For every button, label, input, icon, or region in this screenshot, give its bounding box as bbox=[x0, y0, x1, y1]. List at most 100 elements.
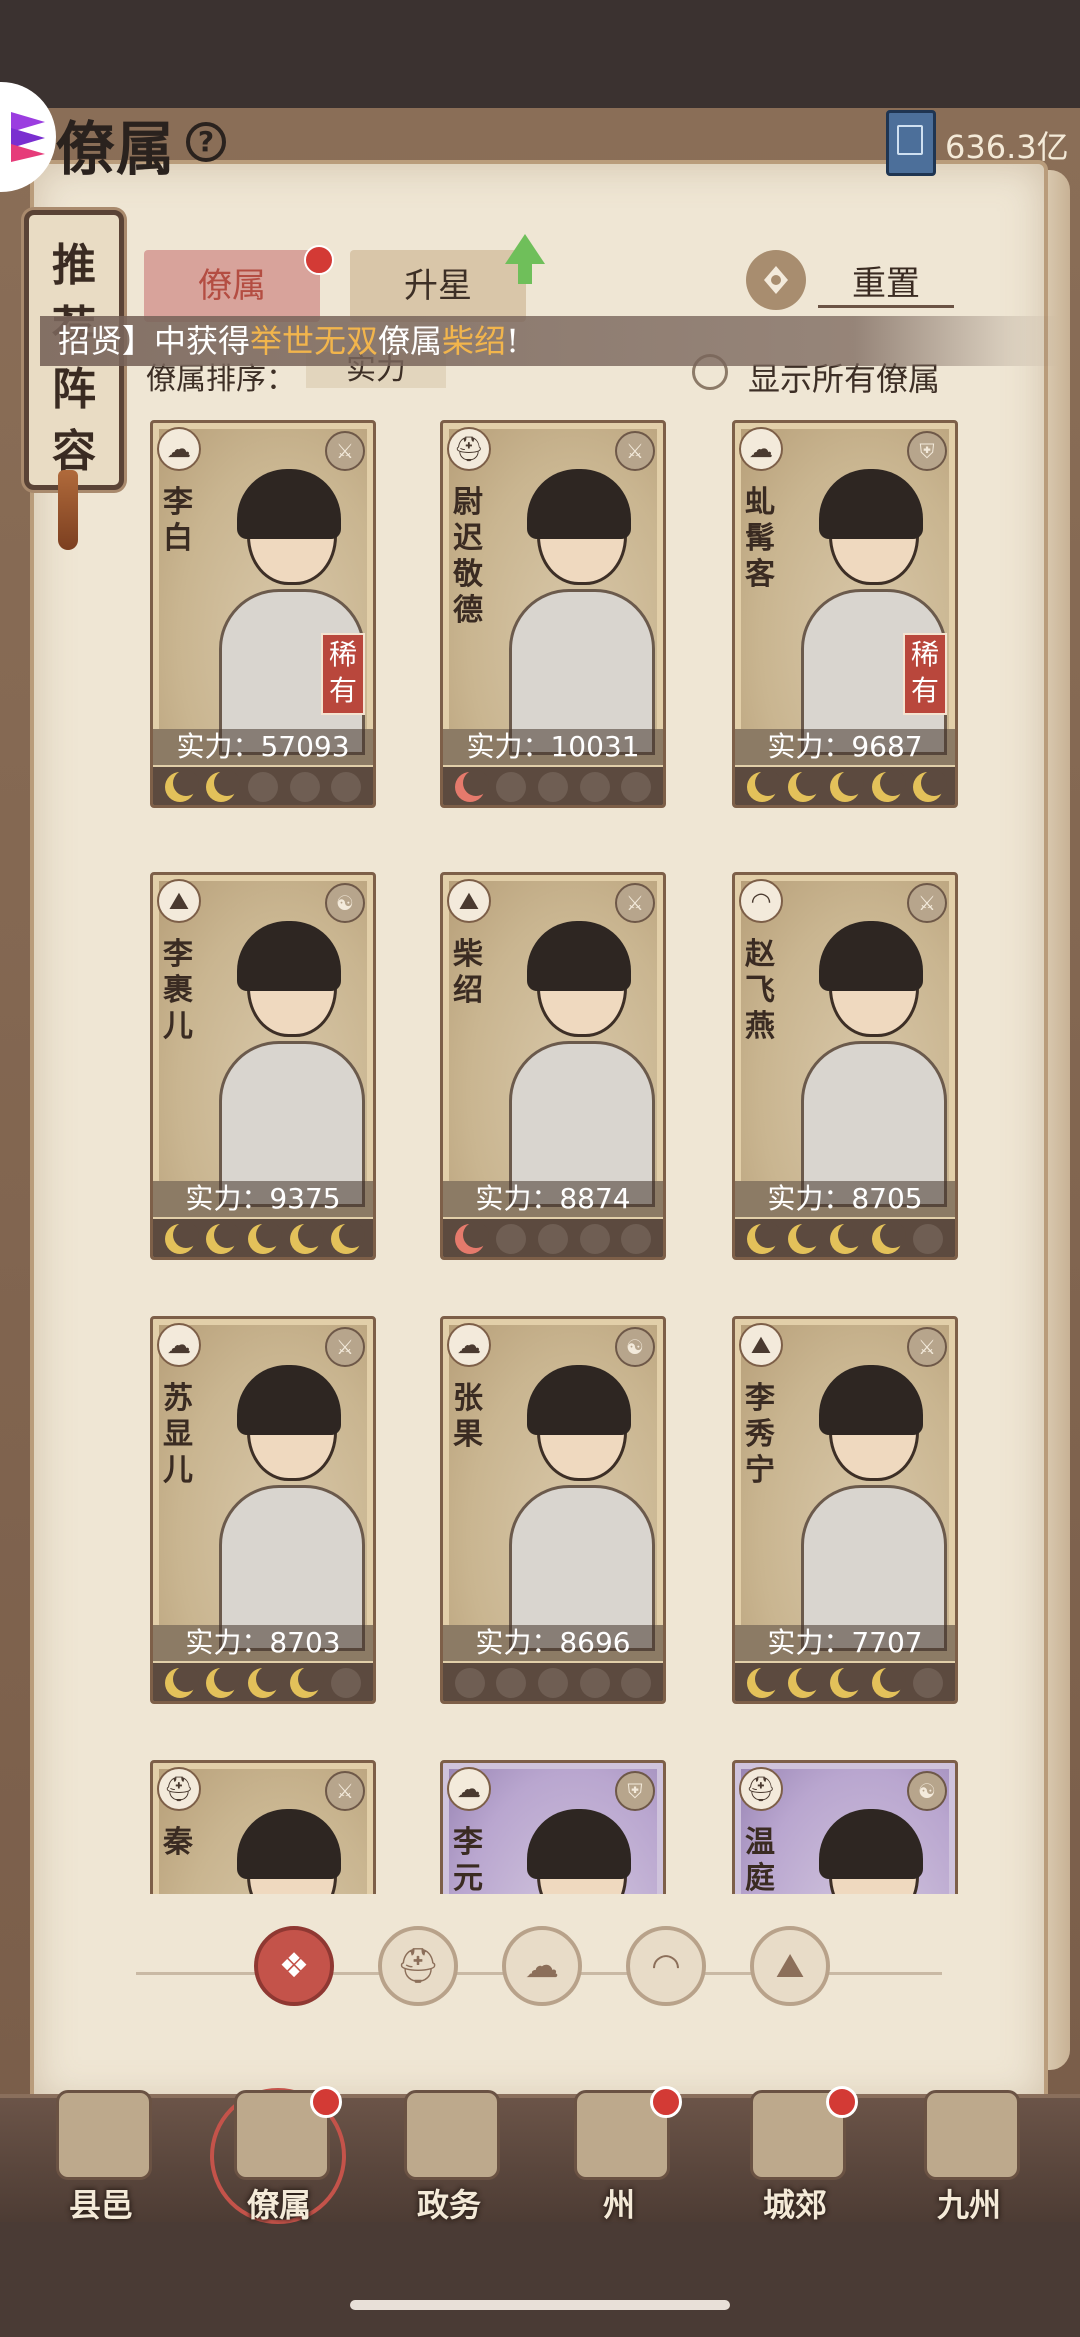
star-row bbox=[443, 1219, 663, 1257]
moon-star-icon bbox=[913, 1224, 944, 1254]
nav-art-icon bbox=[924, 2090, 1020, 2180]
retainer-portrait bbox=[449, 1325, 657, 1651]
filter-cloud-icon[interactable]: ☁ bbox=[502, 1926, 582, 2006]
retainer-grid: ☁ ⚔ 李白稀有实力：57093 ⛑ ⚔ 尉迟敬德实力：10031 ☁ ⛨ 虬髯客稀有实力：96… bbox=[40, 410, 1040, 1894]
helmet-icon: ⛑ bbox=[447, 427, 491, 471]
filter-mountain-icon[interactable]: ⛰ bbox=[750, 1926, 830, 2006]
sword-icon: ⚔ bbox=[907, 1327, 947, 1367]
help-icon[interactable]: ? bbox=[186, 122, 226, 162]
retainer-card[interactable]: ☁ ⛨ 虬髯客稀有实力：9687 bbox=[732, 420, 958, 808]
moon-star-icon bbox=[537, 1224, 568, 1254]
moon-star-icon bbox=[746, 1222, 781, 1254]
moon-star-icon bbox=[331, 1222, 366, 1254]
retainer-card[interactable]: ☁ ⚔ 李白稀有实力：57093 bbox=[150, 420, 376, 808]
moon-star-icon bbox=[537, 1668, 568, 1698]
nav-item[interactable]: 城郊 bbox=[720, 2086, 870, 2224]
retainer-card[interactable]: ⛰ ⚔ 李秀宁实力：7707 bbox=[732, 1316, 958, 1704]
portrait-figure bbox=[219, 1809, 349, 1894]
portrait-hair bbox=[819, 1809, 923, 1879]
sword-icon: ⚔ bbox=[325, 1771, 365, 1811]
retainer-card[interactable]: ⛰ ⚔ 柴绍实力：8874 bbox=[440, 872, 666, 1260]
portrait-hair bbox=[237, 1809, 341, 1879]
retainer-card[interactable]: ☁ ☯ 张果实力：8696 bbox=[440, 1316, 666, 1704]
portrait-figure bbox=[509, 469, 655, 755]
filter-all-icon[interactable]: ❖ bbox=[254, 1926, 334, 2006]
power-label: 实力：8874 bbox=[443, 1181, 663, 1217]
notification-dot bbox=[650, 2086, 682, 2118]
notification-dot bbox=[304, 245, 334, 275]
retainer-card[interactable]: ☁ ⛨ 李元 bbox=[440, 1760, 666, 1894]
retainer-name: 李秀宁 bbox=[745, 1381, 775, 1488]
star-row bbox=[153, 767, 373, 805]
mountain-icon: ⛰ bbox=[739, 1323, 783, 1367]
moon-star-icon bbox=[454, 770, 489, 802]
portrait-hair bbox=[527, 1809, 631, 1879]
nav-item[interactable]: 州 bbox=[544, 2086, 694, 2224]
filter-fan-icon[interactable]: ◠ bbox=[626, 1926, 706, 2006]
portrait-hair bbox=[819, 921, 923, 991]
sword-icon: ⚔ bbox=[907, 883, 947, 923]
moon-star-icon bbox=[206, 770, 241, 802]
ticker-name: 柴绍 bbox=[442, 322, 507, 360]
cloud-icon: ☁ bbox=[157, 427, 201, 471]
upgrade-arrow-stem bbox=[518, 262, 532, 284]
helmet-icon: ⛑ bbox=[157, 1767, 201, 1811]
filter-helmet-icon[interactable]: ⛑ bbox=[378, 1926, 458, 2006]
portrait-hair bbox=[819, 1365, 923, 1435]
yinyang-icon: ☯ bbox=[907, 1771, 947, 1811]
nav-item[interactable]: 僚属 bbox=[204, 2086, 354, 2224]
nav-label: 城郊 bbox=[762, 2186, 827, 2224]
moon-star-icon bbox=[746, 770, 781, 802]
moon-star-icon bbox=[829, 1666, 864, 1698]
notification-ticker: 招贤】中获得举世无双僚属柴绍! bbox=[40, 316, 1058, 366]
rarity-badge: 稀有 bbox=[321, 633, 365, 715]
retainer-name: 李元 bbox=[453, 1825, 483, 1894]
reset-icon[interactable] bbox=[746, 250, 806, 310]
moon-star-icon bbox=[913, 1668, 944, 1698]
moon-star-icon bbox=[496, 1224, 527, 1254]
moon-star-icon bbox=[331, 772, 362, 802]
nav-art-icon bbox=[56, 2090, 152, 2180]
ticker-suffix: ! bbox=[506, 322, 519, 360]
portrait-figure bbox=[219, 921, 365, 1207]
home-indicator[interactable] bbox=[350, 2300, 730, 2310]
tab-retainers[interactable]: 僚属 bbox=[144, 250, 320, 322]
retainer-card[interactable]: ⛑ ⚔ 秦 bbox=[150, 1760, 376, 1894]
page-title: 僚属 bbox=[56, 115, 177, 183]
retainer-card[interactable]: ⛰ ☯ 李裹儿实力：9375 bbox=[150, 872, 376, 1260]
retainer-name: 李白 bbox=[163, 485, 193, 556]
nav-item[interactable]: 县邑 bbox=[26, 2090, 176, 2224]
moon-star-icon bbox=[289, 1666, 324, 1698]
portrait-figure bbox=[801, 1809, 931, 1894]
notification-dot bbox=[826, 2086, 858, 2118]
sword-icon: ⚔ bbox=[325, 431, 365, 471]
retainer-card[interactable]: ⛑ ☯ 温庭 bbox=[732, 1760, 958, 1894]
ticker-middle: 僚属 bbox=[378, 322, 443, 360]
moon-star-icon bbox=[496, 1668, 527, 1698]
nav-art-icon bbox=[404, 2090, 500, 2180]
nav-label: 僚属 bbox=[246, 2186, 311, 2224]
moon-star-icon bbox=[746, 1666, 781, 1698]
power-label: 实力：10031 bbox=[443, 729, 663, 765]
retainer-name: 张果 bbox=[453, 1381, 483, 1452]
reset-button[interactable]: 重置 bbox=[818, 256, 954, 308]
moon-star-icon bbox=[788, 1666, 823, 1698]
retainer-card[interactable]: ⛑ ⚔ 尉迟敬德实力：10031 bbox=[440, 420, 666, 808]
moon-star-icon bbox=[206, 1666, 241, 1698]
tab-upgrade-star[interactable]: 升星 bbox=[350, 250, 526, 322]
moon-star-icon bbox=[537, 772, 568, 802]
retainer-portrait bbox=[449, 881, 657, 1207]
nav-item[interactable]: 九州 bbox=[894, 2090, 1044, 2224]
moon-star-icon bbox=[621, 1668, 652, 1698]
retainer-card[interactable]: ☁ ⚔ 苏显儿实力：8703 bbox=[150, 1316, 376, 1704]
portrait-figure bbox=[801, 1365, 947, 1651]
ticker-highlight: 举世无双 bbox=[250, 322, 379, 360]
portrait-hair bbox=[527, 469, 631, 539]
cloud-icon: ☁ bbox=[447, 1323, 491, 1367]
moon-star-icon bbox=[289, 1222, 324, 1254]
shield-icon: ⛨ bbox=[615, 1771, 655, 1811]
moon-star-icon bbox=[247, 1666, 282, 1698]
nav-item[interactable]: 政务 bbox=[374, 2090, 524, 2224]
moon-star-icon bbox=[331, 1668, 362, 1698]
retainer-card[interactable]: ◠ ⚔ 赵飞燕实力：8705 bbox=[732, 872, 958, 1260]
